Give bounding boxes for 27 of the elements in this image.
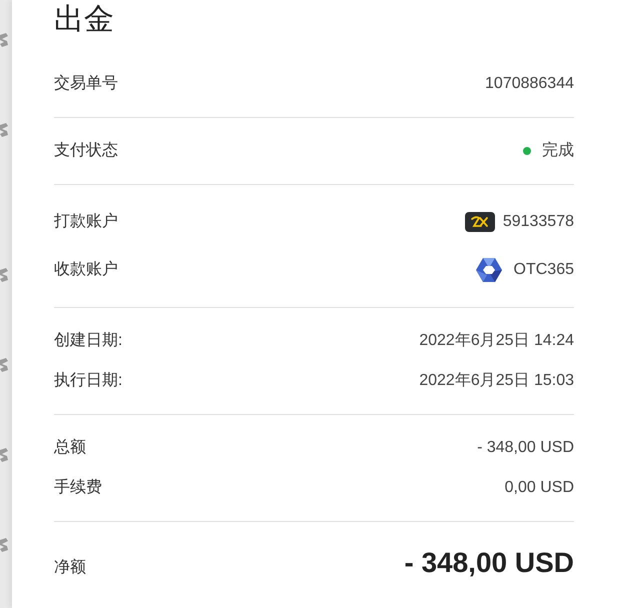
zigzag-icon <box>0 268 8 282</box>
field-value: 1070886344 <box>485 74 574 94</box>
cube-logo-icon <box>474 257 503 283</box>
net-amount: - 348,00 USD <box>404 547 574 579</box>
field-label: 净额 <box>54 558 86 578</box>
field-label: 支付状态 <box>54 140 118 161</box>
field-value: OTC365 <box>514 260 574 280</box>
field-value: - 348,00 USD <box>477 438 574 458</box>
field-label: 交易单号 <box>54 74 118 94</box>
tile-logo-icon <box>464 212 495 232</box>
zigzag-icon <box>0 358 8 372</box>
zigzag-icon <box>0 123 8 137</box>
field-value: 2022年6月25日 14:24 <box>419 331 574 351</box>
field-label: 打款账户 <box>54 212 118 232</box>
panel-title: 出金 <box>54 2 115 38</box>
field-label: 执行日期: <box>54 370 122 391</box>
zigzag-icon <box>0 448 8 462</box>
field-value: 完成 <box>542 140 574 161</box>
field-label: 总额 <box>54 438 86 458</box>
zigzag-icon <box>0 33 8 47</box>
field-label: 创建日期: <box>54 330 122 351</box>
field-value: 59133578 <box>502 212 574 232</box>
field-label: 收款账户 <box>54 260 118 280</box>
field-value: 0,00 USD <box>504 478 574 498</box>
field-label: 手续费 <box>54 478 102 498</box>
zigzag-icon <box>0 538 8 552</box>
field-value: 2022年6月25日 15:03 <box>419 371 574 391</box>
